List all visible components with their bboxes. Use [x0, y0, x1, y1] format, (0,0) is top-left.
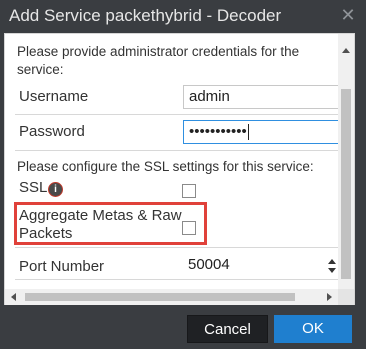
- horizontal-scrollbar[interactable]: [5, 289, 338, 305]
- aggregate-checkbox[interactable]: [182, 221, 196, 235]
- horizontal-scroll-thumb[interactable]: [25, 293, 295, 301]
- ssl-checkbox[interactable]: [182, 184, 196, 198]
- scrollbar-corner: [338, 289, 354, 305]
- username-label: Username: [19, 88, 89, 105]
- scroll-left-icon[interactable]: [11, 293, 16, 301]
- dialog-title-bar: Add Service packethybrid - Decoder ✕: [0, 0, 366, 34]
- aggregate-label-continued: Packets: [19, 225, 73, 242]
- dialog-footer: Cancel OK: [0, 305, 366, 349]
- port-divider: [15, 279, 338, 280]
- vertical-scroll-thumb[interactable]: [341, 89, 351, 279]
- text-cursor: [247, 124, 249, 141]
- username-input[interactable]: admin: [183, 85, 338, 109]
- password-divider: [15, 150, 338, 151]
- port-input[interactable]: 50004: [183, 254, 328, 278]
- stepper-down-icon[interactable]: [328, 268, 336, 273]
- username-divider: [15, 114, 338, 115]
- credentials-prompt-continued: service:: [17, 62, 64, 77]
- port-stepper[interactable]: [327, 256, 337, 276]
- dialog-title: Add Service packethybrid - Decoder: [9, 6, 282, 25]
- stepper-up-icon[interactable]: [328, 259, 336, 264]
- scroll-right-icon[interactable]: [327, 293, 332, 301]
- scroll-up-icon[interactable]: [342, 48, 350, 53]
- vertical-scrollbar[interactable]: [338, 34, 354, 289]
- cancel-button[interactable]: Cancel: [187, 315, 268, 343]
- ssl-prompt: Please configure the SSL settings for th…: [17, 159, 314, 174]
- password-label: Password: [19, 123, 85, 140]
- ssl-label: SSL: [19, 179, 48, 196]
- port-label: Port Number: [19, 258, 105, 275]
- password-value: •••••••••••: [189, 123, 247, 140]
- close-icon[interactable]: ✕: [338, 4, 358, 26]
- ok-button[interactable]: OK: [274, 315, 352, 343]
- aggregate-label: Aggregate Metas & Raw: [19, 207, 182, 224]
- dialog-content: Please provide administrator credentials…: [4, 33, 355, 306]
- credentials-prompt: Please provide administrator credentials…: [17, 44, 300, 59]
- password-input[interactable]: •••••••••••: [183, 120, 338, 144]
- aggregate-divider: [15, 247, 338, 248]
- info-icon[interactable]: i: [48, 182, 63, 197]
